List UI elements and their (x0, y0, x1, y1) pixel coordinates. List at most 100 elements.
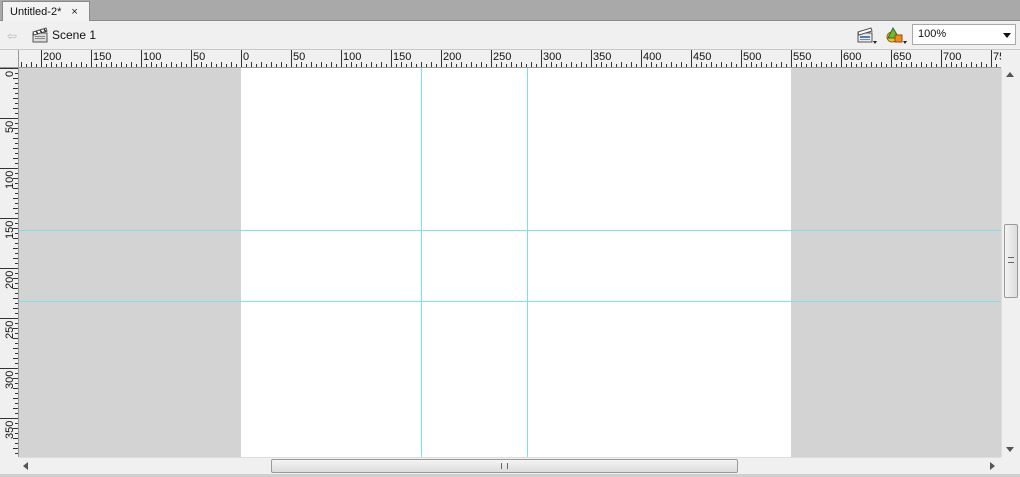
horizontal-guide[interactable] (19, 230, 1001, 231)
ruler-label: 350 (593, 51, 612, 63)
ruler-tick (15, 143, 18, 144)
vertical-guide[interactable] (421, 68, 422, 457)
ruler-tick (731, 62, 732, 67)
edit-symbols-icon[interactable] (885, 26, 909, 51)
ruler-tick (506, 64, 507, 67)
ruler-tick (906, 64, 907, 67)
ruler-tick (891, 50, 892, 67)
ruler-tick (666, 64, 667, 67)
ruler-tick (986, 64, 987, 67)
document-tab-title[interactable]: Untitled-2* (10, 6, 61, 18)
ruler-tick (971, 62, 972, 67)
pasteboard[interactable] (19, 68, 1001, 457)
scene-label: Scene 1 (52, 28, 97, 42)
ruler-tick (381, 62, 382, 67)
ruler-tick (471, 62, 472, 67)
scrollbar-corner (1001, 457, 1020, 474)
ruler-tick (491, 50, 492, 67)
ruler-tick (756, 64, 757, 67)
ruler-tick (921, 62, 922, 67)
ruler-tick (716, 64, 717, 67)
ruler-tick (286, 64, 287, 67)
ruler-tick (736, 64, 737, 67)
vertical-guide[interactable] (527, 68, 528, 457)
ruler-tick (776, 64, 777, 67)
ruler-label: 50 (193, 51, 206, 63)
horizontal-scroll-thumb[interactable] (271, 459, 738, 473)
ruler-tick (13, 348, 18, 349)
ruler-tick (13, 258, 18, 259)
ruler-label: 350 (4, 420, 16, 439)
ruler-tick (881, 62, 882, 67)
ruler-tick (291, 50, 292, 67)
close-icon[interactable]: × (71, 6, 77, 18)
ruler-tick (0, 218, 18, 219)
ruler-tick (66, 64, 67, 67)
ruler-tick (281, 62, 282, 67)
scroll-right-icon[interactable] (990, 462, 995, 470)
back-arrow-icon[interactable]: ⇦ (7, 29, 17, 43)
ruler-label: 200 (443, 51, 462, 63)
ruler-tick (46, 64, 47, 67)
scroll-down-icon[interactable] (1006, 447, 1014, 452)
ruler-tick (696, 64, 697, 67)
ruler-tick (196, 64, 197, 67)
ruler-tick (126, 64, 127, 67)
ruler-label: 0 (243, 51, 250, 63)
scroll-left-icon[interactable] (23, 462, 28, 470)
ruler-tick (15, 303, 18, 304)
ruler-tick (13, 198, 18, 199)
chevron-down-icon[interactable] (1003, 33, 1011, 38)
horizontal-ruler[interactable]: 200 150 100 50 0 50 100 150 200 250 300 350 400 450 50… (19, 50, 1001, 68)
horizontal-guide[interactable] (19, 301, 1001, 302)
ruler-tick (791, 50, 792, 67)
ruler-label: 100 (4, 170, 16, 189)
ruler-tick (15, 263, 18, 264)
ruler-tick (13, 98, 18, 99)
ruler-tick (991, 50, 992, 67)
ruler-label: 100 (343, 51, 362, 63)
ruler-tick (0, 118, 18, 119)
ruler-tick (391, 50, 392, 67)
vertical-scroll-thumb[interactable] (1004, 224, 1018, 298)
ruler-tick (15, 443, 18, 444)
ruler-tick (0, 368, 18, 369)
ruler-tick (311, 62, 312, 67)
stage[interactable] (241, 68, 791, 457)
ruler-tick (576, 64, 577, 67)
ruler-label: 500 (743, 51, 762, 63)
ruler-label: 150 (393, 51, 412, 63)
ruler-tick (15, 343, 18, 344)
ruler-label: 200 (4, 270, 16, 289)
ruler-tick (481, 62, 482, 67)
ruler-tick (71, 62, 72, 67)
ruler-tick (426, 64, 427, 67)
ruler-label: 250 (493, 51, 512, 63)
ruler-tick (686, 64, 687, 67)
ruler-tick (371, 62, 372, 67)
ruler-tick (146, 64, 147, 67)
scroll-up-icon[interactable] (1006, 72, 1014, 77)
vertical-scrollbar[interactable] (1001, 68, 1020, 457)
ruler-label: 600 (843, 51, 862, 63)
ruler-label: 150 (4, 220, 16, 239)
ruler-tick (866, 64, 867, 67)
ruler-tick (606, 64, 607, 67)
ruler-tick (336, 64, 337, 67)
ruler-tick (15, 83, 18, 84)
ruler-tick (721, 62, 722, 67)
zoom-select[interactable]: 100% (912, 24, 1016, 45)
ruler-tick (741, 50, 742, 67)
ruler-tick (13, 78, 18, 79)
horizontal-scrollbar[interactable] (19, 457, 1001, 474)
ruler-tick (13, 138, 18, 139)
vertical-ruler[interactable]: 0 50 100 150 200 250 300 350 (0, 68, 19, 457)
ruler-tick (981, 62, 982, 67)
ruler-tick (706, 64, 707, 67)
document-tab[interactable]: Untitled-2* × (2, 1, 90, 21)
ruler-tick (846, 64, 847, 67)
ruler-tick (396, 64, 397, 67)
edit-scene-icon[interactable] (857, 26, 879, 51)
ruler-tick (296, 64, 297, 67)
ruler-label: 750 (993, 51, 1001, 63)
